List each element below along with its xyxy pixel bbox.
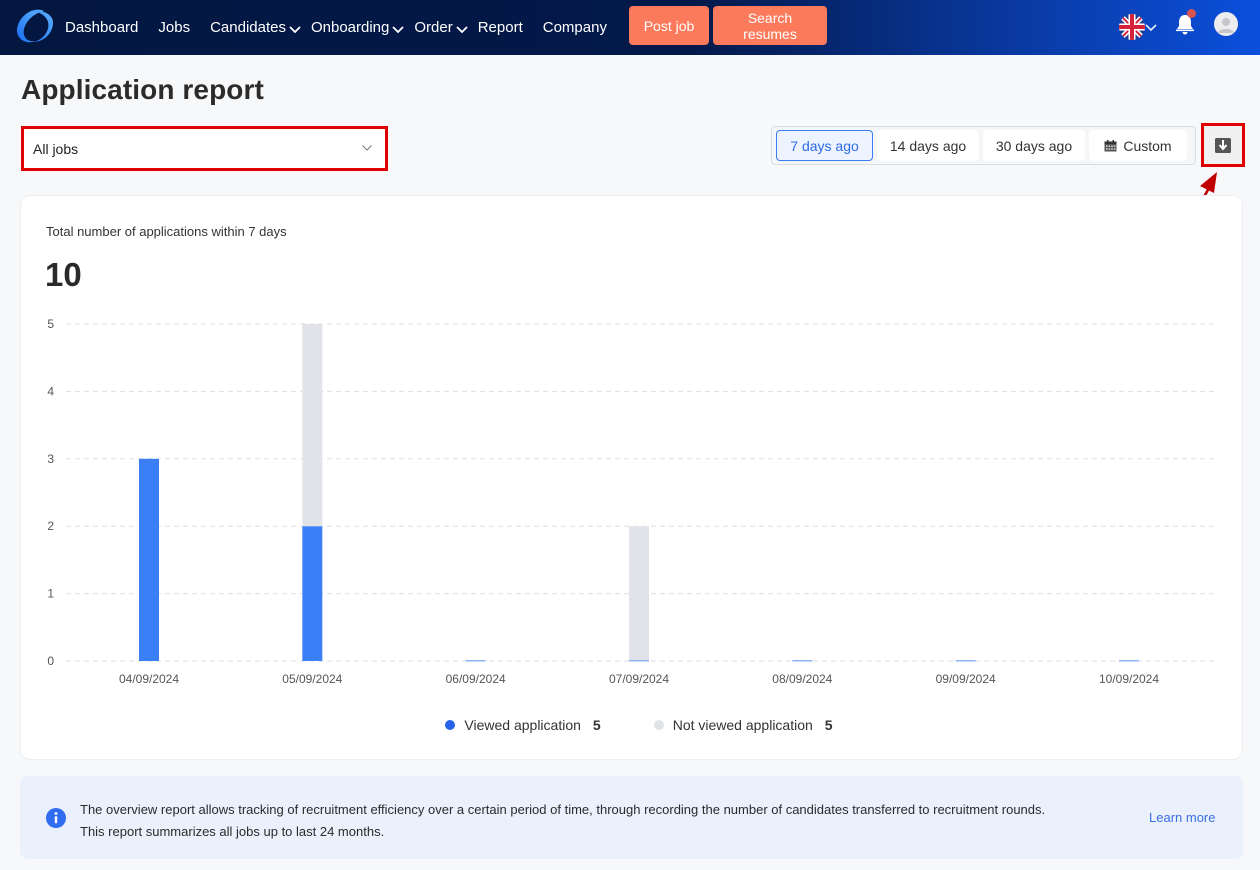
x-tick-label: 09/09/2024	[936, 672, 996, 686]
search-resumes-button[interactable]: Search resumes	[713, 6, 827, 45]
info-text: The overview report allows tracking of r…	[80, 799, 1045, 843]
x-tick-label: 04/09/2024	[119, 672, 179, 686]
y-tick-label: 3	[47, 452, 54, 466]
bar-zero-marker	[792, 660, 813, 662]
bar-segment-viewed	[302, 526, 323, 661]
x-tick-label: 10/09/2024	[1099, 672, 1159, 686]
applications-chart-card: Total number of applications within 7 da…	[20, 195, 1243, 760]
nav-onboarding[interactable]: Onboarding	[310, 19, 405, 36]
job-filter-select[interactable]: All jobs	[21, 126, 388, 171]
user-avatar-icon[interactable]	[1214, 12, 1238, 36]
range-14-days-label: 14 days ago	[889, 137, 967, 154]
stacked-bar-chart: 0 1 2 3 4 5 04/09/2024 05/09/2024 06/09/2024 07/…	[47, 317, 1216, 686]
nav-candidates-label: Candidates	[210, 19, 286, 36]
x-tick-label: 05/09/2024	[282, 672, 342, 686]
info-text-line-2: This report summarizes all jobs up to la…	[80, 824, 385, 839]
nav-candidates[interactable]: Candidates	[210, 19, 301, 36]
y-tick-label: 0	[47, 654, 54, 668]
x-tick-label: 08/09/2024	[772, 672, 832, 686]
nav-onboarding-label: Onboarding	[310, 19, 390, 36]
company-logo-icon[interactable]	[14, 7, 56, 45]
bar-zero-marker	[1119, 660, 1139, 662]
calendar-icon	[1104, 139, 1117, 151]
chevron-down-icon	[289, 25, 301, 33]
range-30-days-button[interactable]: 30 days ago	[983, 130, 1085, 161]
bar-zero-marker	[955, 660, 976, 662]
chevron-down-icon	[456, 25, 468, 33]
bar-zero-marker	[629, 660, 649, 662]
legend-not-viewed-label: Not viewed application	[672, 717, 813, 733]
range-7-days-button[interactable]: 7 days ago	[776, 130, 874, 161]
chevron-down-icon	[362, 145, 372, 151]
nav-order[interactable]: Order	[414, 19, 468, 36]
bar-zero-marker	[465, 660, 486, 662]
nav-company[interactable]: Company	[543, 19, 607, 36]
x-axis-ticks: 04/09/2024 05/09/2024 06/09/2024 07/09/2024…	[119, 672, 1159, 686]
nav-dashboard[interactable]: Dashboard	[65, 19, 138, 36]
nav-jobs-label: Jobs	[158, 19, 191, 36]
learn-more-link[interactable]: Learn more	[1149, 810, 1215, 825]
y-axis-ticks: 0 1 2 3 4 5	[47, 317, 54, 668]
legend-viewed-dot	[445, 720, 456, 730]
top-navbar: Dashboard Jobs Candidates Onboarding Ord…	[0, 0, 1260, 55]
nav-company-label: Company	[542, 19, 607, 36]
page-title: Application report	[21, 74, 264, 105]
legend-not-viewed-count: 5	[824, 717, 833, 733]
uk-flag-icon[interactable]	[1119, 14, 1145, 40]
legend-viewed[interactable]: Viewed application 5	[432, 717, 601, 733]
legend-viewed-label: Viewed application	[464, 717, 581, 733]
language-chevron-down-icon[interactable]	[1145, 24, 1157, 32]
chart-legend: Viewed application 5 Not viewed applicat…	[21, 717, 1244, 733]
y-tick-label: 5	[47, 317, 54, 331]
bar-segment-not-viewed	[302, 324, 323, 527]
date-range-group: 7 days ago 14 days ago 30 days ago Custo…	[771, 126, 1196, 165]
nav-order-label: Order	[414, 19, 453, 36]
legend-not-viewed-dot	[653, 720, 664, 730]
nav-jobs[interactable]: Jobs	[158, 19, 190, 36]
y-tick-label: 1	[47, 587, 54, 601]
chevron-down-icon	[392, 25, 405, 33]
job-filter-value: All jobs	[33, 140, 79, 157]
bar-segment-not-viewed	[629, 526, 649, 661]
range-30-days-label: 30 days ago	[995, 137, 1073, 154]
main-menu: Dashboard Jobs Candidates Onboarding Ord…	[65, 0, 627, 55]
x-tick-label: 06/09/2024	[446, 672, 506, 686]
y-tick-label: 2	[47, 519, 54, 533]
bar-segment-viewed	[139, 458, 159, 661]
nav-report-label: Report	[477, 19, 523, 36]
range-14-days-button[interactable]: 14 days ago	[877, 130, 980, 161]
info-banner: The overview report allows tracking of r…	[20, 776, 1243, 859]
chart-bars	[139, 324, 1139, 662]
nav-dashboard-label: Dashboard	[65, 19, 139, 36]
info-text-line-1: The overview report allows tracking of r…	[80, 802, 1046, 817]
notification-badge	[1187, 9, 1196, 18]
range-7-days-label: 7 days ago	[790, 137, 859, 154]
nav-report[interactable]: Report	[478, 19, 523, 36]
legend-viewed-count: 5	[592, 717, 601, 733]
legend-not-viewed[interactable]: Not viewed application 5	[641, 717, 833, 733]
info-icon	[46, 808, 66, 828]
post-job-button[interactable]: Post job	[629, 6, 709, 45]
y-tick-label: 4	[47, 384, 54, 398]
x-tick-label: 07/09/2024	[609, 672, 669, 686]
